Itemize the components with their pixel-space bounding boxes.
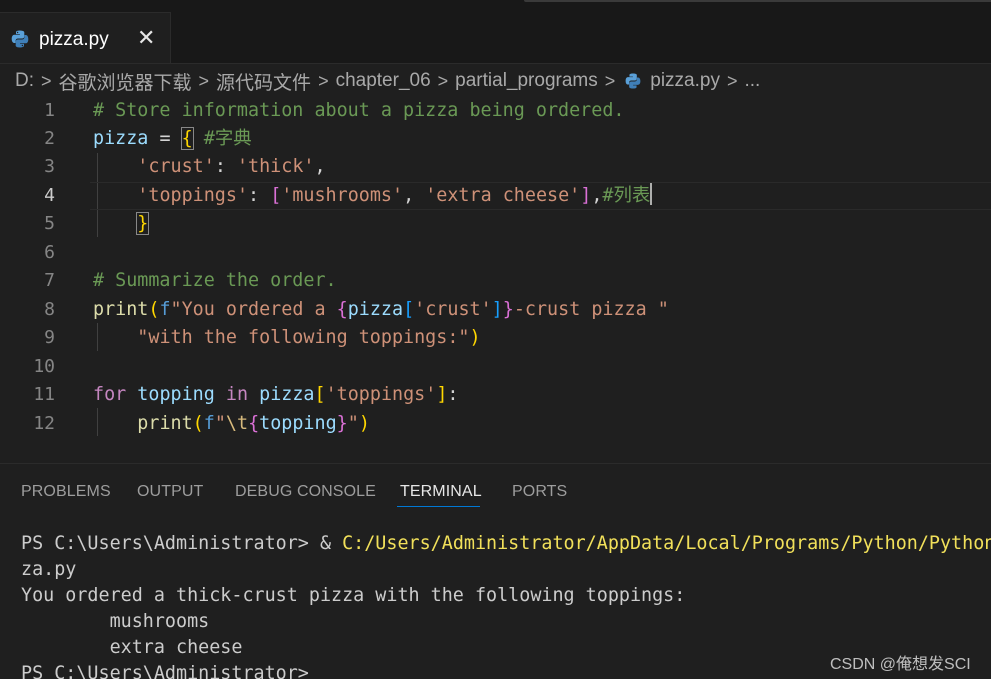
line-number: 2 (44, 128, 55, 149)
code-line[interactable]: 10 (0, 353, 991, 381)
active-tab-indicator (397, 506, 480, 507)
chevron-right-icon: > (726, 70, 738, 91)
code-line-text: 'crust': 'thick', (137, 156, 326, 177)
terminal-line: mushrooms (21, 611, 210, 632)
watermark: CSDN @俺想发SCI (830, 656, 971, 673)
tab-title: pizza.py (39, 29, 109, 50)
line-number: 10 (33, 356, 55, 377)
code-line-text: "with the following toppings:") (137, 327, 481, 348)
breadcrumb-item-symbols[interactable]: ... (744, 70, 760, 92)
chevron-right-icon: > (318, 70, 329, 91)
tab-output[interactable]: OUTPUT (137, 483, 203, 501)
tab-problems[interactable]: PROBLEMS (21, 483, 111, 501)
close-icon[interactable]: ✕ (137, 25, 155, 51)
line-number: 1 (44, 100, 55, 121)
breadcrumb-item-folder[interactable]: 源代码文件 (216, 68, 311, 95)
code-line[interactable]: 12 print(f"\t{topping}") (0, 410, 991, 438)
terminal-prompt: PS C:\Users\Administrator> & (21, 533, 343, 554)
breadcrumb-item-folder[interactable]: chapter_06 (336, 70, 431, 92)
code-line[interactable]: 9 "with the following toppings:") (0, 324, 991, 352)
tab-debug-console[interactable]: DEBUG CONSOLE (235, 483, 376, 501)
breadcrumb-item-file[interactable]: pizza.py (650, 70, 720, 92)
breadcrumb: D: > 谷歌浏览器下载 > 源代码文件 > chapter_06 > part… (0, 66, 991, 96)
line-number: 5 (44, 213, 55, 234)
breadcrumb-item-folder[interactable]: 谷歌浏览器下载 (59, 68, 192, 95)
line-number: 12 (33, 413, 55, 434)
code-line[interactable]: 2 pizza = { #字典 (0, 125, 991, 153)
code-line-text: print(f"You ordered a {pizza['crust']}-c… (93, 299, 669, 320)
terminal-command-line: PS C:\Users\Administrator> & C:/Users/Ad… (21, 531, 991, 557)
code-line-text: pizza = { #字典 (93, 127, 252, 150)
code-line-text: for topping in pizza['toppings']: (93, 384, 459, 405)
code-line-text: 'toppings': ['mushrooms', 'extra cheese'… (137, 183, 653, 206)
code-line[interactable]: 1 # Store information about a pizza bein… (0, 97, 991, 125)
code-line[interactable]: 8 print(f"You ordered a {pizza['crust']}… (0, 296, 991, 324)
code-line[interactable]: 3 'crust': 'thick', (0, 153, 991, 181)
chevron-right-icon: > (604, 70, 616, 91)
code-line-text: # Store information about a pizza being … (93, 100, 625, 121)
panel-tab-bar: PROBLEMS OUTPUT DEBUG CONSOLE TERMINAL P… (0, 464, 991, 509)
chevron-right-icon: > (198, 70, 210, 91)
python-icon (625, 73, 641, 89)
code-editor[interactable]: 1 # Store information about a pizza bein… (0, 97, 991, 451)
breadcrumb-item-drive[interactable]: D: (15, 70, 34, 92)
python-icon (11, 30, 29, 48)
line-number: 7 (44, 270, 55, 291)
terminal-line: za.py (21, 559, 77, 580)
line-number: 11 (33, 384, 55, 405)
tab-terminal[interactable]: TERMINAL (400, 483, 482, 501)
code-line-active[interactable]: 4 'toppings': ['mushrooms', 'extra chees… (0, 182, 991, 210)
code-line[interactable]: 5 } (0, 210, 991, 238)
tab-ports[interactable]: PORTS (512, 483, 567, 501)
tab-pizza-py[interactable]: pizza.py ✕ (0, 12, 171, 64)
editor-tab-bar: pizza.py ✕ (0, 0, 991, 64)
chevron-right-icon: > (437, 70, 449, 91)
code-line[interactable]: 6 (0, 239, 991, 267)
title-bar-search-strip[interactable] (524, 0, 991, 2)
line-number: 9 (44, 327, 55, 348)
code-line[interactable]: 11 for topping in pizza['toppings']: (0, 381, 991, 409)
line-number: 3 (44, 156, 55, 177)
terminal-command-path: C:/Users/Administrator/AppData/Local/Pro… (342, 533, 991, 554)
code-line-text: } (136, 212, 150, 235)
tab-bar-divider (0, 63, 991, 64)
line-number: 4 (44, 185, 55, 206)
terminal-line: You ordered a thick-crust pizza with the… (21, 585, 686, 606)
breadcrumb-item-folder[interactable]: partial_programs (455, 70, 598, 92)
chevron-right-icon: > (41, 70, 52, 91)
code-line-text: print(f"\t{topping}") (137, 413, 370, 434)
text-cursor (650, 183, 653, 205)
line-number: 8 (44, 299, 55, 320)
code-line[interactable]: 7 # Summarize the order. (0, 267, 991, 295)
code-line-text: # Summarize the order. (93, 270, 337, 291)
line-number: 6 (44, 242, 55, 263)
